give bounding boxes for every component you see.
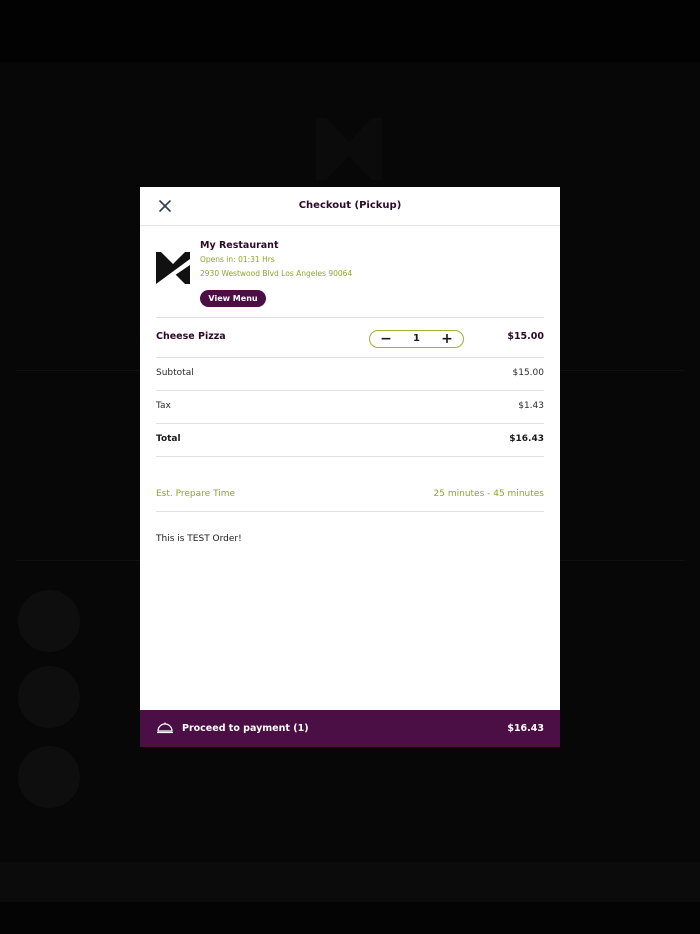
prepare-time-value: 25 minutes - 45 minutes: [433, 489, 544, 499]
modal-header: Checkout (Pickup): [140, 187, 560, 226]
divider: [156, 456, 544, 457]
prepare-time-label: Est. Prepare Time: [156, 489, 236, 499]
background-status-bar: [0, 0, 700, 62]
total-label: Total: [156, 434, 181, 444]
decrease-quantity-button[interactable]: −: [374, 331, 398, 347]
restaurant-opens: Opens in: 01:31 Hrs: [200, 255, 275, 264]
cart-item-name: Cheese Pizza: [156, 331, 226, 342]
quantity-value: 1: [413, 333, 420, 344]
background-tab-bar: [0, 902, 700, 934]
background-thumbnail: [18, 590, 80, 652]
cart-item-price: $15.00: [507, 331, 544, 342]
restaurant-logo-icon: [156, 252, 190, 284]
divider: [156, 317, 544, 318]
proceed-to-payment-label: Proceed to payment (1): [182, 723, 309, 734]
restaurant-name: My Restaurant: [200, 240, 279, 251]
total-value: $16.43: [509, 434, 544, 444]
increase-quantity-button[interactable]: +: [435, 331, 459, 347]
subtotal-label: Subtotal: [156, 368, 194, 378]
subtotal-value: $15.00: [512, 368, 545, 378]
background-logo-icon: [316, 118, 382, 180]
divider: [156, 511, 544, 512]
order-note: This is TEST Order!: [156, 534, 242, 544]
payment-total: $16.43: [507, 723, 544, 734]
proceed-to-payment-button[interactable]: Proceed to payment (1) $16.43: [140, 710, 560, 747]
modal-title: Checkout (Pickup): [298, 200, 402, 211]
background-bottom-bar: [0, 862, 700, 902]
view-menu-button[interactable]: View Menu: [200, 290, 266, 307]
checkout-modal: Checkout (Pickup) My Restaurant Opens in…: [140, 187, 560, 747]
restaurant-info: My Restaurant Opens in: 01:31 Hrs 2930 W…: [156, 237, 544, 317]
tax-label: Tax: [156, 401, 171, 411]
divider: [156, 390, 544, 391]
background-thumbnail: [18, 746, 80, 808]
divider: [156, 357, 544, 358]
cloche-icon: [157, 722, 173, 734]
restaurant-address: 2930 Westwood Blvd Los Angeles 90064: [200, 269, 353, 278]
divider: [156, 423, 544, 424]
quantity-stepper: − 1 +: [369, 330, 464, 348]
background-thumbnail: [18, 666, 80, 728]
tax-value: $1.43: [518, 401, 544, 411]
